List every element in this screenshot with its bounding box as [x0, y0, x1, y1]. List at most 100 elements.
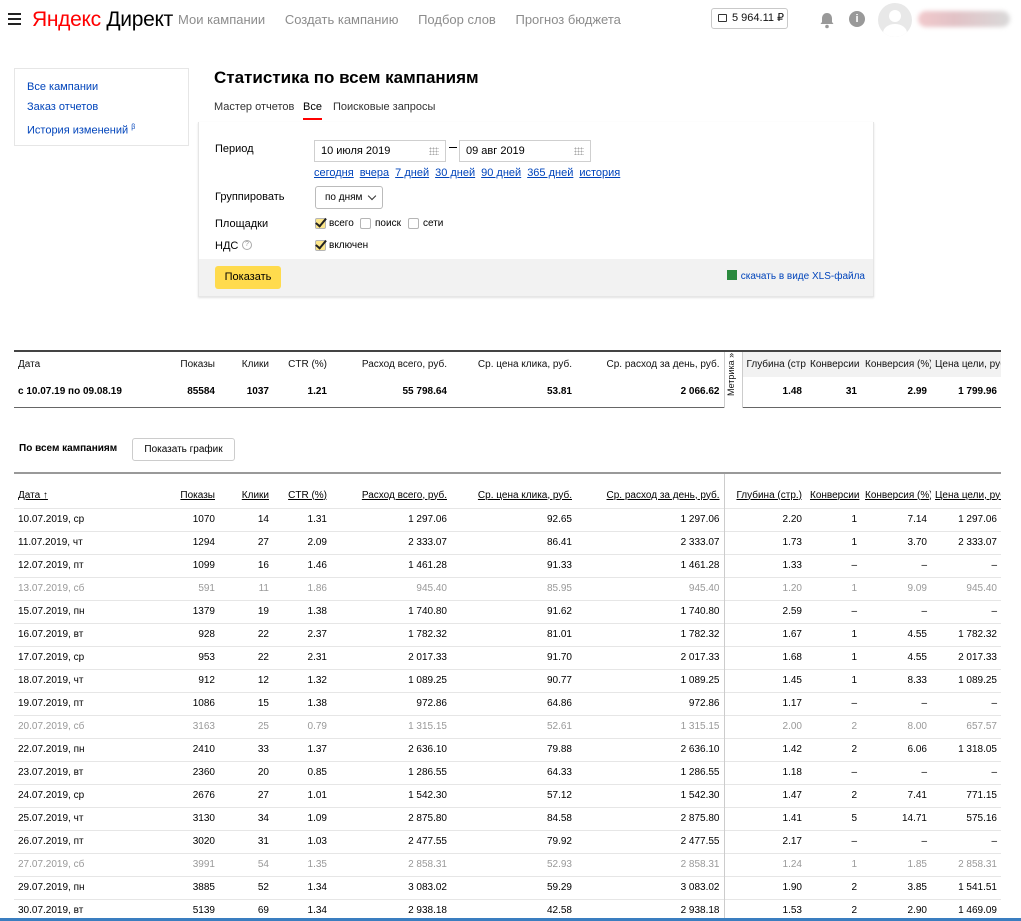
table-cell: 59.29 — [451, 875, 576, 899]
sidebar-item-all-campaigns[interactable]: Все кампании — [27, 81, 176, 94]
col-goal-cost: Цена цели, руб. — [931, 350, 1001, 377]
col-avg-cpc: Ср. цена клика, руб. — [451, 350, 576, 377]
sort-goal-cost-header[interactable]: Цена цели, руб. — [931, 472, 1001, 508]
sort-depth-header[interactable]: Глубина (стр.) — [723, 472, 806, 508]
table-cell: 2.00 — [723, 714, 806, 738]
sort-clicks-header[interactable]: Клики — [219, 472, 273, 508]
bell-icon[interactable] — [818, 11, 836, 29]
table-cell: 52.61 — [451, 714, 576, 738]
table-cell: 1.20 — [723, 576, 806, 600]
avatar[interactable] — [878, 3, 912, 37]
group-select[interactable]: по дням — [315, 186, 383, 209]
table-cell: 1 286.55 — [331, 760, 451, 784]
calendar-icon[interactable] — [574, 147, 584, 155]
show-graph-button[interactable]: Показать график — [132, 438, 235, 461]
table-cell: 27.07.2019, сб — [14, 852, 149, 876]
table-cell: 2 858.31 — [931, 852, 1001, 876]
sort-date-header[interactable]: Дата ↑ — [14, 472, 149, 508]
table-cell: 1 — [806, 668, 861, 692]
table-cell: 2 — [806, 714, 861, 738]
table-cell: 29.07.2019, пн — [14, 875, 149, 899]
logo[interactable]: Яндекс Директ — [32, 8, 173, 32]
daily-stats-table: Дата ↑ Показы Клики CTR (%) Расход всего… — [14, 472, 1001, 921]
username-blurred[interactable] — [918, 11, 1010, 27]
table-cell: – — [806, 691, 861, 715]
help-icon[interactable]: ? — [242, 240, 252, 250]
table-cell: 1 782.32 — [331, 622, 451, 646]
xls-download-link[interactable]: скачать в виде XLS-файла — [726, 270, 865, 282]
table-cell: 1 — [806, 576, 861, 600]
nav-my-campaigns[interactable]: Мои кампании — [178, 12, 265, 27]
table-cell: 52 — [219, 875, 273, 899]
vat-checkbox[interactable] — [315, 240, 326, 251]
placement-all-checkbox[interactable] — [315, 218, 326, 229]
balance-button[interactable]: 5 964.11 ₽ — [711, 8, 788, 29]
quick-range-365d[interactable]: 365 дней — [527, 167, 573, 179]
date-from-input[interactable]: 10 июля 2019 — [314, 140, 446, 162]
table-cell: 4.55 — [861, 645, 931, 669]
table-cell: 1.45 — [723, 668, 806, 692]
sort-conversion-rate-header[interactable]: Конверсия (%) — [861, 472, 931, 508]
tab-search-queries[interactable]: Поисковые запросы — [333, 101, 435, 113]
sort-avg-cpc-header[interactable]: Ср. цена клика, руб. — [451, 472, 576, 508]
sort-conversions-header[interactable]: Конверсии — [806, 472, 861, 508]
table-cell: 2.17 — [723, 829, 806, 853]
tab-report-wizard[interactable]: Мастер отчетов — [214, 101, 294, 113]
table-row: 10.07.2019, ср 1070 14 1.31 1 297.06 92.65 1 2… — [14, 507, 1001, 531]
table-cell: 1.31 — [273, 507, 331, 531]
table-cell: 1 089.25 — [331, 668, 451, 692]
summary-cell: 1.21 — [273, 377, 331, 408]
sort-total-spend-header[interactable]: Расход всего, руб. — [331, 472, 451, 508]
nav-budget-forecast[interactable]: Прогноз бюджета — [515, 12, 620, 27]
quick-range-30d[interactable]: 30 дней — [435, 167, 475, 179]
menu-icon[interactable] — [8, 13, 21, 25]
table-cell: 1.24 — [723, 852, 806, 876]
table-cell: 11.07.2019, чт — [14, 530, 149, 554]
quick-range-history[interactable]: история — [579, 167, 620, 179]
table-cell: 2 — [806, 783, 861, 807]
table-cell: 8.00 — [861, 714, 931, 738]
show-button[interactable]: Показать — [215, 266, 281, 289]
quick-range-yesterday[interactable]: вчера — [360, 167, 389, 179]
table-cell: 3.85 — [861, 875, 931, 899]
date-to-input[interactable]: 09 авг 2019 — [459, 140, 591, 162]
sort-impressions-header[interactable]: Показы — [149, 472, 219, 508]
table-cell: 17.07.2019, ср — [14, 645, 149, 669]
table-cell: – — [931, 553, 1001, 577]
table-cell: 16 — [219, 553, 273, 577]
nav-create-campaign[interactable]: Создать кампанию — [285, 12, 399, 27]
table-cell: 1 315.15 — [576, 714, 724, 738]
summary-cell: 1.48 — [742, 377, 806, 408]
balance-value: 5 964.11 ₽ — [732, 12, 785, 24]
table-cell: – — [861, 553, 931, 577]
table-cell: 1.34 — [273, 875, 331, 899]
table-cell: 3 083.02 — [576, 875, 724, 899]
table-cell: 1 089.25 — [931, 668, 1001, 692]
table-cell: 26.07.2019, пт — [14, 829, 149, 853]
info-icon[interactable]: i — [849, 11, 865, 27]
placement-networks-checkbox[interactable] — [408, 218, 419, 229]
placement-networks-label: сети — [423, 218, 444, 229]
sort-ctr-header[interactable]: CTR (%) — [273, 472, 331, 508]
table-cell: 1.68 — [723, 645, 806, 669]
sort-avg-daily-spend-header[interactable]: Ср. расход за день, руб. — [576, 472, 724, 508]
table-cell: – — [861, 760, 931, 784]
calendar-icon[interactable] — [429, 147, 439, 155]
quick-range-90d[interactable]: 90 дней — [481, 167, 521, 179]
table-cell: 1.17 — [723, 691, 806, 715]
table-cell: 91.33 — [451, 553, 576, 577]
tab-all[interactable]: Все — [303, 101, 322, 120]
placement-all-label: всего — [329, 218, 354, 229]
placement-search-checkbox[interactable] — [360, 218, 371, 229]
table-cell: 23.07.2019, вт — [14, 760, 149, 784]
quick-range-7d[interactable]: 7 дней — [395, 167, 429, 179]
metrika-toggle[interactable]: Метрика » — [723, 350, 743, 407]
sidebar-item-change-history[interactable]: История изменений β — [27, 121, 176, 138]
col-conversion-rate: Конверсия (%) — [861, 350, 931, 377]
quick-range-today[interactable]: сегодня — [314, 167, 354, 179]
summary-cell: 2 066.62 — [576, 377, 724, 408]
sidebar-item-report-order[interactable]: Заказ отчетов — [27, 101, 176, 114]
table-cell: 575.16 — [931, 806, 1001, 830]
nav-keyword-selection[interactable]: Подбор слов — [418, 12, 496, 27]
table-cell: 81.01 — [451, 622, 576, 646]
